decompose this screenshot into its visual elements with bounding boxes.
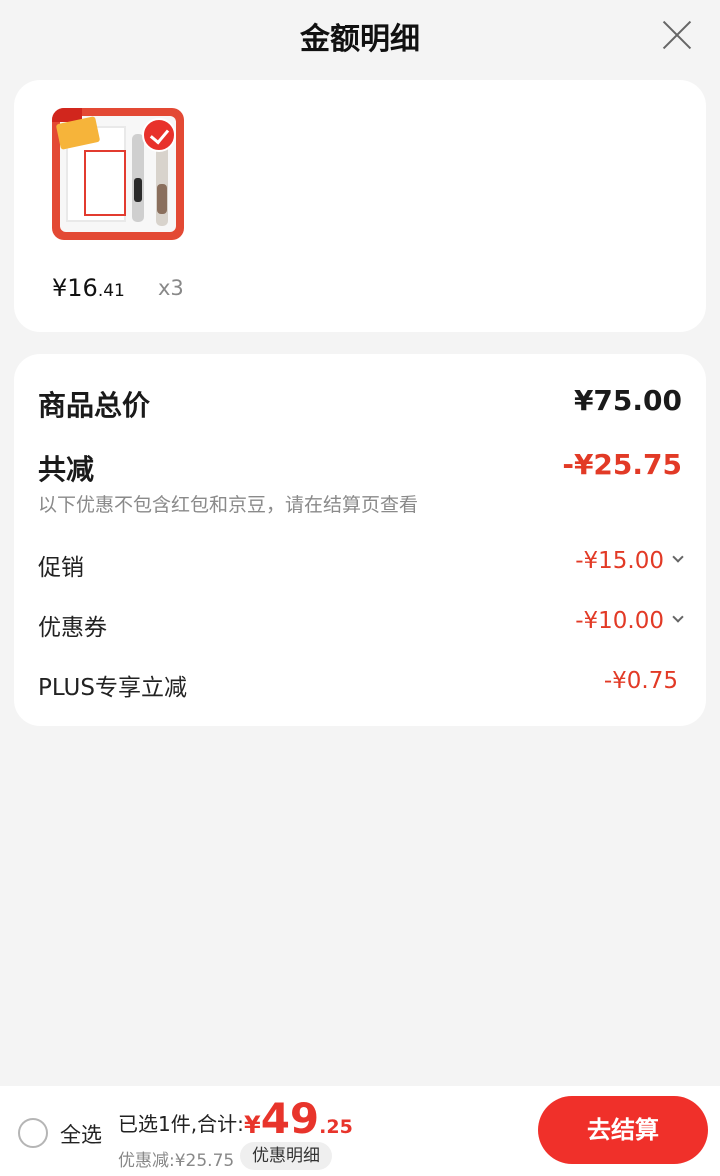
- chevron-down-icon[interactable]: [672, 551, 684, 563]
- product-card: ¥16.41 x3: [14, 80, 706, 332]
- grand-total-dec: .25: [319, 1116, 353, 1138]
- quantity: x3: [158, 276, 184, 300]
- discount-value: -¥25.75: [562, 448, 682, 481]
- total-price-label: 商品总价: [38, 389, 151, 422]
- unit-price-dec: .41: [97, 281, 125, 301]
- plus-discount-value: -¥0.75: [603, 668, 678, 694]
- select-all-label[interactable]: 全选: [60, 1119, 102, 1149]
- checkout-button[interactable]: 去结算: [538, 1096, 708, 1164]
- sheet-header: 金额明细: [0, 0, 720, 72]
- discount-label: 共减: [38, 453, 95, 486]
- total-price-value: ¥75.00: [573, 384, 682, 417]
- grand-total: ¥49.25: [244, 1094, 353, 1143]
- grand-total-int: 49: [260, 1094, 320, 1143]
- price-breakdown-card: 商品总价 ¥75.00 共减 -¥25.75 以下优惠不包含红包和京豆，请在结算…: [14, 354, 706, 726]
- grand-total-currency: ¥: [244, 1111, 261, 1139]
- unit-price-int: ¥16: [52, 274, 98, 302]
- check-icon: [142, 118, 176, 152]
- discount-detail-button[interactable]: 优惠明细: [240, 1142, 332, 1170]
- black-pen-image: [132, 134, 144, 222]
- saving-text: 优惠减:¥25.75: [118, 1151, 235, 1171]
- promotion-label: 促销: [38, 555, 84, 581]
- close-icon[interactable]: [660, 18, 694, 52]
- product-thumbnail[interactable]: [52, 108, 184, 240]
- unit-price: ¥16.41: [52, 274, 125, 302]
- promotion-value-wrap: -¥15.00: [575, 548, 684, 574]
- brown-pen-image: [156, 140, 168, 226]
- select-all-radio[interactable]: [18, 1118, 48, 1148]
- coupon-value: -¥10.00: [575, 608, 664, 634]
- coupon-label: 优惠券: [38, 615, 107, 641]
- plus-discount-label: PLUS专享立减: [38, 675, 187, 701]
- discount-note: 以下优惠不包含红包和京豆，请在结算页查看: [38, 494, 419, 516]
- selected-count-text: 已选1件,合计:: [118, 1112, 244, 1136]
- coupon-value-wrap: -¥10.00: [575, 608, 684, 634]
- promotion-value: -¥15.00: [575, 548, 664, 574]
- checkout-bar: 全选 已选1件,合计: ¥49.25 优惠减:¥25.75 优惠明细 去结算: [0, 1086, 720, 1176]
- chevron-down-icon[interactable]: [672, 611, 684, 623]
- sheet-title: 金额明细: [300, 22, 420, 57]
